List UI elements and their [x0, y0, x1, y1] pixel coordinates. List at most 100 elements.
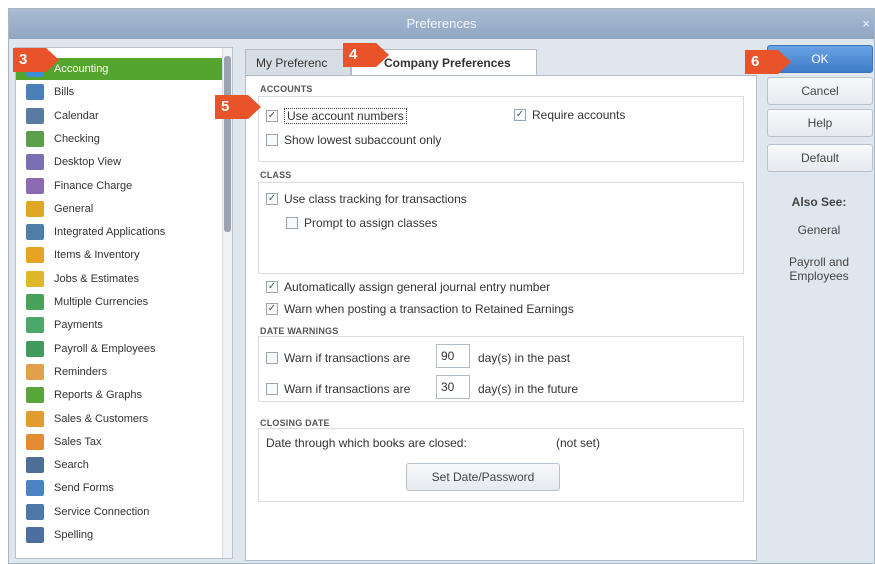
- send-forms-icon: [26, 480, 44, 497]
- window-title: Preferences: [406, 16, 477, 31]
- sidebar-item-label: Multiple Currencies: [54, 296, 149, 308]
- warn-future-label: Warn if transactions are: [284, 382, 411, 396]
- sidebar-item-calendar[interactable]: Calendar: [16, 105, 222, 127]
- sidebar-item-label: Reports & Graphs: [54, 389, 143, 402]
- general-icon: [26, 200, 44, 217]
- items-inventory-icon: [26, 247, 44, 264]
- warn-past-suffix: day(s) in the past: [478, 351, 571, 365]
- search-icon: [26, 457, 44, 474]
- sidebar-scroll-thumb[interactable]: [224, 56, 231, 232]
- closing-date-label: Date through which books are closed:: [266, 436, 467, 450]
- also-see-heading: Also See:: [791, 195, 847, 209]
- sidebar-item-label: Jobs & Estimates: [54, 272, 139, 285]
- warn-past-days-input[interactable]: 90: [436, 344, 470, 368]
- sidebar-item-items-inventory[interactable]: Items & Inventory: [16, 244, 222, 266]
- also-see-payroll-link[interactable]: Payroll and Employees: [769, 255, 869, 283]
- sidebar-item-checking[interactable]: Checking: [16, 128, 222, 150]
- sidebar-item-label: Accounting: [54, 63, 109, 75]
- tab-my-preferences-label: My Preferenc: [256, 56, 328, 70]
- show-lowest-subaccount-option[interactable]: Show lowest subaccount only: [266, 133, 441, 147]
- sales-tax-icon: [26, 433, 44, 450]
- accounts-section-label: ACCOUNTS: [260, 84, 313, 94]
- title-bar: Preferences ×: [9, 9, 874, 39]
- warn-future-checkbox[interactable]: [266, 383, 278, 395]
- sidebar-item-label: Integrated Applications: [54, 226, 166, 239]
- show-lowest-subaccount-checkbox[interactable]: [266, 134, 278, 146]
- tab-my-preferences[interactable]: My Preferenc: [245, 49, 351, 75]
- sidebar-item-label: Send Forms: [54, 482, 114, 495]
- warn-future-suffix: day(s) in the future: [478, 382, 579, 396]
- calendar-icon: [26, 107, 44, 124]
- require-accounts-checkbox[interactable]: ✓: [514, 109, 526, 121]
- warn-past-option[interactable]: Warn if transactions are: [266, 351, 410, 365]
- sidebar-item-label: Bills: [54, 86, 75, 99]
- closing-date-value: (not set): [556, 436, 601, 450]
- sidebar-item-label: Service Connection: [54, 505, 150, 518]
- sidebar-item-label: Reminders: [54, 365, 108, 378]
- sidebar-item-bills[interactable]: Bills: [16, 81, 222, 103]
- also-see-general-link[interactable]: General: [769, 223, 869, 237]
- use-account-numbers-option[interactable]: ✓ Use account numbers: [266, 108, 407, 124]
- sidebar-item-search[interactable]: Search: [16, 454, 222, 476]
- integrated-applications-icon: [26, 224, 44, 241]
- warn-future-days-input[interactable]: 30: [436, 375, 470, 399]
- sales-customers-icon: [26, 410, 44, 427]
- warn-past-checkbox[interactable]: [266, 352, 278, 364]
- sidebar-item-label: General: [54, 202, 94, 215]
- auto-assign-journal-label: Automatically assign general journal ent…: [284, 280, 551, 294]
- finance-charge-icon: [26, 177, 44, 194]
- accounts-group: [258, 96, 744, 162]
- warn-retained-earnings-label: Warn when posting a transaction to Retai…: [284, 302, 574, 316]
- auto-assign-journal-option[interactable]: ✓ Automatically assign general journal e…: [266, 280, 550, 294]
- sidebar-item-label: Items & Inventory: [54, 249, 140, 262]
- sidebar-item-finance-charge[interactable]: Finance Charge: [16, 175, 222, 197]
- help-button[interactable]: Help: [767, 109, 873, 137]
- show-lowest-subaccount-label: Show lowest subaccount only: [284, 133, 442, 147]
- class-tracking-checkbox[interactable]: ✓: [266, 193, 278, 205]
- sidebar-item-reports-graphs[interactable]: Reports & Graphs: [16, 384, 222, 406]
- preferences-panel: ACCOUNTS ✓ Use account numbers ✓ Require…: [245, 75, 757, 561]
- cancel-button[interactable]: Cancel: [767, 77, 873, 105]
- date-warnings-section-label: DATE WARNINGS: [260, 326, 339, 336]
- auto-assign-journal-checkbox[interactable]: ✓: [266, 281, 278, 293]
- sidebar-item-label: Checking: [54, 132, 100, 145]
- sidebar-item-label: Desktop View: [54, 156, 122, 169]
- warn-past-label: Warn if transactions are: [284, 351, 411, 365]
- warn-retained-earnings-checkbox[interactable]: ✓: [266, 303, 278, 315]
- sidebar-item-reminders[interactable]: Reminders: [16, 361, 222, 383]
- prompt-assign-classes-option[interactable]: Prompt to assign classes: [286, 216, 437, 230]
- sidebar-scrollbar[interactable]: [222, 48, 232, 558]
- default-button[interactable]: Default: [767, 144, 873, 172]
- reminders-icon: [26, 363, 44, 380]
- require-accounts-option[interactable]: ✓ Require accounts: [514, 108, 625, 122]
- sidebar-item-desktop-view[interactable]: Desktop View: [16, 151, 222, 173]
- sidebar-item-integrated-applications[interactable]: Integrated Applications: [16, 221, 222, 243]
- sidebar-item-sales-tax[interactable]: Sales Tax: [16, 431, 222, 453]
- sidebar-item-label: Finance Charge: [54, 179, 133, 192]
- sidebar-item-label: Spelling: [54, 529, 94, 541]
- sidebar-item-payments[interactable]: Payments: [16, 314, 222, 336]
- sidebar-item-general[interactable]: General: [16, 198, 222, 220]
- sidebar-item-jobs-estimates[interactable]: Jobs & Estimates: [16, 268, 222, 290]
- sidebar-item-spelling[interactable]: Spelling: [16, 524, 222, 546]
- sidebar-item-service-connection[interactable]: Service Connection: [16, 501, 222, 523]
- class-tracking-option[interactable]: ✓ Use class tracking for transactions: [266, 192, 467, 206]
- sidebar-item-multiple-currencies[interactable]: Multiple Currencies: [16, 291, 222, 313]
- bills-icon: [26, 84, 44, 101]
- closing-date-section-label: CLOSING DATE: [260, 418, 330, 428]
- use-account-numbers-checkbox[interactable]: ✓: [266, 110, 278, 122]
- warn-future-option[interactable]: Warn if transactions are: [266, 382, 410, 396]
- sidebar-item-sales-customers[interactable]: Sales & Customers: [16, 408, 222, 430]
- sidebar-item-send-forms[interactable]: Send Forms: [16, 477, 222, 499]
- prompt-assign-classes-checkbox[interactable]: [286, 217, 298, 229]
- sidebar-item-payroll-employees[interactable]: Payroll & Employees: [16, 338, 222, 360]
- service-connection-icon: [26, 503, 44, 520]
- sidebar-item-label: Payments: [54, 319, 103, 332]
- set-date-password-button[interactable]: Set Date/Password: [406, 463, 560, 491]
- close-icon[interactable]: ×: [862, 9, 870, 39]
- use-account-numbers-label: Use account numbers: [284, 108, 407, 124]
- prompt-assign-classes-label: Prompt to assign classes: [304, 216, 438, 230]
- sidebar-item-label: Search: [54, 459, 89, 472]
- warn-retained-earnings-option[interactable]: ✓ Warn when posting a transaction to Ret…: [266, 302, 574, 316]
- class-section-label: CLASS: [260, 170, 292, 180]
